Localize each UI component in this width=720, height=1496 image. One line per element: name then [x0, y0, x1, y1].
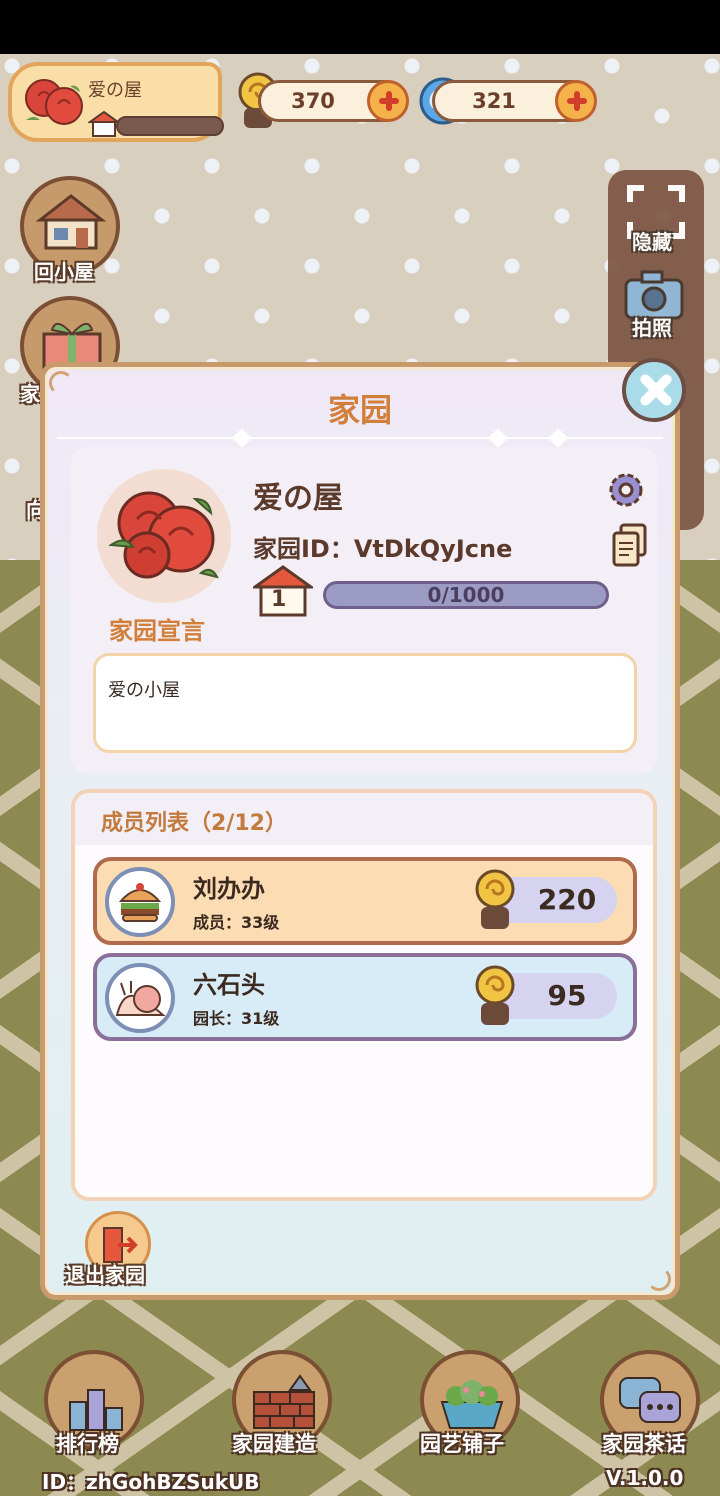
- dialog-title: 家园: [327, 391, 392, 429]
- member-role: 成员：33级: [193, 913, 280, 932]
- member-name: 刘办办: [193, 875, 265, 903]
- avatar: [105, 963, 175, 1033]
- burger-icon: [118, 883, 162, 922]
- flower-basket-icon: [440, 1380, 504, 1429]
- exit-home-label: 退出家园: [65, 1263, 145, 1287]
- home-title: 爱の屋: [253, 481, 343, 516]
- title-divider: [57, 437, 663, 439]
- member-list-header: 成员列表（2/12）: [75, 793, 653, 845]
- podium-icon: [69, 1389, 123, 1431]
- leaderboard-label: 排行榜: [56, 1432, 119, 1456]
- snail-currency: 370: [258, 80, 409, 122]
- home-info-card: 家园宣言 爱の屋 家园ID：VtDkQyJcne 1 0/1000 爱の小屋: [71, 447, 657, 773]
- copy-icon[interactable]: [611, 523, 649, 567]
- back-home-label: 回小屋: [34, 260, 94, 284]
- add-spiral-currency-button[interactable]: [555, 80, 597, 122]
- snail-icon: [475, 965, 515, 1025]
- chat-bubble-icon: [619, 1377, 681, 1423]
- user-id: ID：zhGohBZSukUB: [42, 1470, 260, 1494]
- member-row[interactable]: 六石头 园长：31级 95: [93, 953, 637, 1041]
- gift-label: 家: [20, 382, 40, 406]
- divider-diamond: [548, 428, 568, 448]
- spiral-currency: 321: [432, 80, 597, 122]
- rose-icon: [108, 491, 219, 579]
- snail-icon: [475, 869, 515, 929]
- home-level-bar: [116, 116, 224, 136]
- member-points: 220: [537, 883, 597, 916]
- home-badge[interactable]: 爱の屋: [8, 62, 224, 142]
- close-button[interactable]: [622, 358, 686, 422]
- divider-diamond: [232, 428, 252, 448]
- house-icon: [36, 194, 106, 250]
- home-level-progress-bar: 0/1000: [323, 581, 609, 609]
- member-list-card: 成员列表（2/12） 刘办办 成员：33级 220 六石头 园长：31级 95: [71, 789, 657, 1201]
- member-points: 95: [547, 979, 587, 1012]
- snail-avatar-icon: [115, 981, 165, 1016]
- gear-icon[interactable]: [605, 469, 647, 511]
- declaration-box[interactable]: 爱の小屋: [93, 653, 637, 753]
- declaration-label: 家园宣言: [109, 617, 205, 645]
- home-level-number: 1: [271, 587, 287, 612]
- avatar: [105, 867, 175, 937]
- home-avatar[interactable]: [97, 469, 231, 603]
- member-row[interactable]: 刘办办 成员：33级 220: [93, 857, 637, 945]
- add-snail-currency-button[interactable]: [367, 80, 409, 122]
- home-chat-label: 家园茶话: [602, 1432, 686, 1456]
- snail-currency-value: 370: [291, 89, 335, 113]
- garden-shop-label: 园艺铺子: [420, 1432, 504, 1456]
- home-level-progress-text: 0/1000: [427, 583, 505, 607]
- home-build-label: 家园建造: [232, 1432, 316, 1456]
- home-id: 家园ID：VtDkQyJcne: [253, 535, 513, 563]
- member-list-title: 成员列表（2/12）: [101, 811, 287, 836]
- corner-ornament: [647, 1267, 671, 1291]
- app-version: V.1.0.0: [606, 1466, 684, 1490]
- spiral-currency-value: 321: [472, 89, 516, 113]
- home-name: 爱の屋: [88, 80, 142, 101]
- home-dialog: 家园 家园宣言 爱の屋 家园ID：VtDkQyJcne 1 0/1000 爱の小…: [40, 362, 680, 1300]
- bricks-icon: [253, 1374, 315, 1429]
- member-role: 园长：31级: [193, 1009, 280, 1028]
- member-name: 六石头: [193, 971, 265, 999]
- declaration-text: 爱の小屋: [108, 680, 180, 701]
- photo-label: 拍照: [632, 316, 672, 340]
- hide-label: 隐藏: [632, 230, 672, 254]
- divider-diamond: [488, 428, 508, 448]
- status-bar: [0, 0, 720, 54]
- rose-icon: [25, 79, 83, 125]
